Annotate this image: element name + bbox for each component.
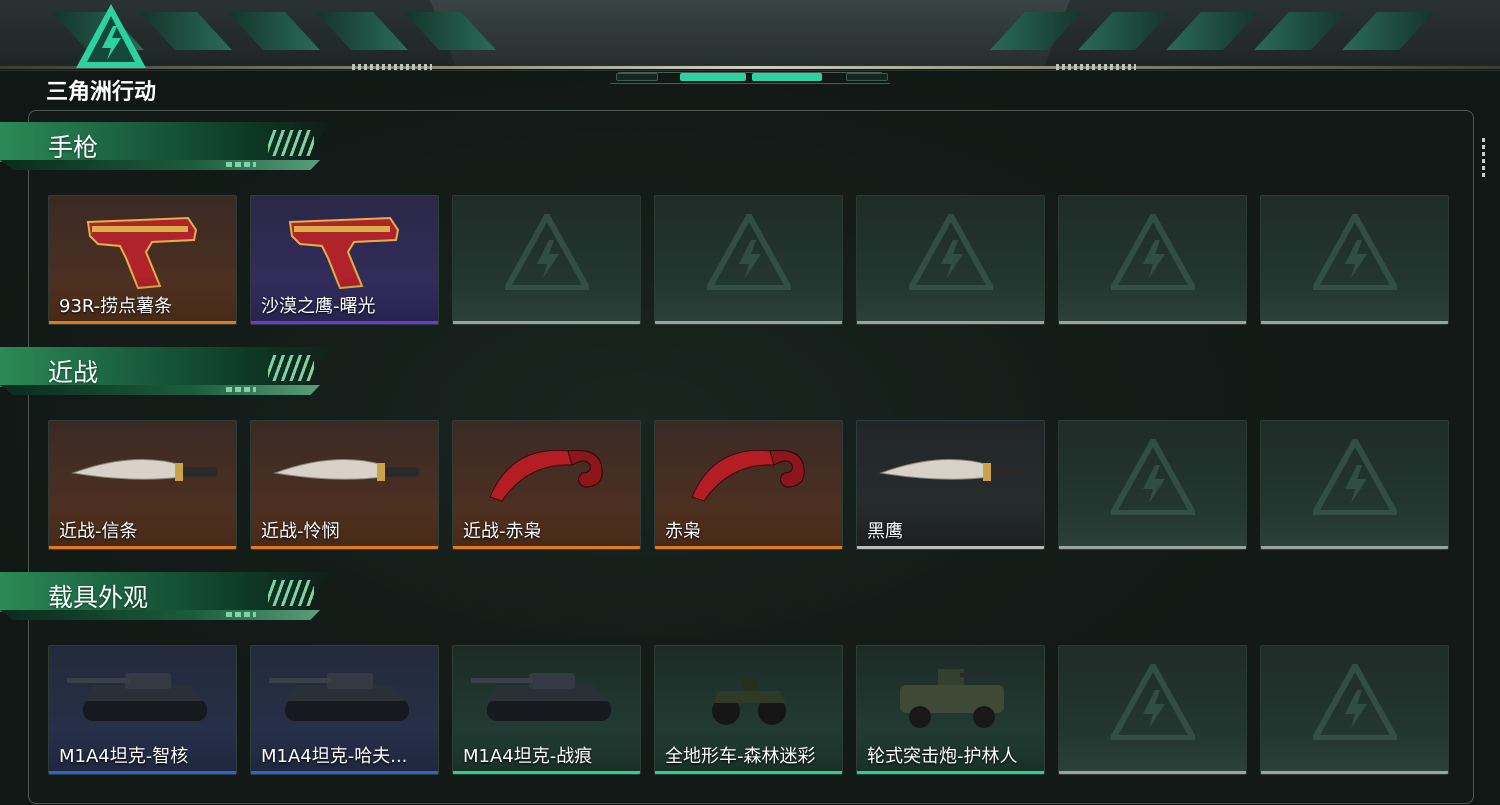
header-center-notch — [430, 0, 1070, 66]
section-ticks — [226, 162, 256, 167]
rarity-bar — [251, 771, 438, 774]
rarity-bar — [857, 321, 1044, 324]
delta-triangle-lightning-icon — [76, 4, 146, 68]
rarity-bar — [453, 321, 640, 324]
rarity-bar — [49, 771, 236, 774]
scrollbar-handle[interactable] — [1482, 138, 1485, 178]
rarity-bar — [655, 546, 842, 549]
delta-logo-placeholder-icon — [501, 209, 592, 294]
item-card[interactable]: 赤枭 — [654, 420, 843, 550]
item-card[interactable]: 近战-怜悯 — [250, 420, 439, 550]
empty-item-slot[interactable] — [1058, 195, 1247, 325]
item-name: 近战-赤枭 — [463, 521, 542, 542]
header-divider-shadow — [0, 70, 1500, 71]
item-card[interactable]: 轮式突击炮-护林人 — [856, 645, 1045, 775]
rarity-bar — [49, 321, 236, 324]
item-name: M1A4坦克-哈夫... — [261, 746, 408, 767]
delta-logo-placeholder-icon — [1107, 659, 1198, 744]
rarity-bar — [655, 771, 842, 774]
section-stripes — [268, 355, 314, 381]
item-row-melee: 近战-信条 近战-怜悯 近战-赤枭 赤枭 黑鹰 — [48, 420, 1450, 550]
empty-item-slot[interactable] — [856, 195, 1045, 325]
section-header-vehicle: 载具外观 — [0, 572, 330, 624]
header-divider — [0, 66, 1500, 69]
rarity-bar — [1059, 546, 1246, 549]
item-card[interactable]: 近战-赤枭 — [452, 420, 641, 550]
rarity-bar — [453, 546, 640, 549]
page-indicator-active[interactable] — [752, 73, 822, 81]
header-dash — [352, 64, 432, 70]
empty-item-slot[interactable] — [1260, 195, 1449, 325]
item-card[interactable]: 沙漠之鹰-曙光 — [250, 195, 439, 325]
header-dash — [1056, 64, 1136, 70]
empty-item-slot[interactable] — [1260, 420, 1449, 550]
item-card[interactable]: M1A4坦克-战痕 — [452, 645, 641, 775]
item-card[interactable]: M1A4坦克-智核 — [48, 645, 237, 775]
item-name: 赤枭 — [665, 521, 701, 542]
section-title: 手枪 — [48, 133, 99, 162]
section-header-melee: 近战 — [0, 347, 330, 399]
item-name: 黑鹰 — [867, 521, 903, 542]
rarity-bar — [857, 546, 1044, 549]
empty-item-slot[interactable] — [1260, 645, 1449, 775]
page-indicator[interactable] — [616, 73, 658, 81]
item-card[interactable]: 黑鹰 — [856, 420, 1045, 550]
section-title: 载具外观 — [48, 583, 149, 612]
rarity-bar — [251, 546, 438, 549]
section-ticks — [226, 387, 256, 392]
empty-item-slot[interactable] — [1058, 420, 1247, 550]
item-name: M1A4坦克-智核 — [59, 746, 189, 767]
item-name: 沙漠之鹰-曙光 — [261, 296, 376, 317]
delta-logo-placeholder-icon — [905, 209, 996, 294]
page-indicator-active[interactable] — [680, 73, 746, 81]
rarity-bar — [655, 321, 842, 324]
rarity-bar — [1261, 771, 1448, 774]
rarity-bar — [49, 546, 236, 549]
page-indicator[interactable] — [846, 73, 888, 81]
delta-logo-placeholder-icon — [1309, 209, 1400, 294]
item-name: M1A4坦克-战痕 — [463, 746, 593, 767]
game-logo: 三角洲行动 — [46, 2, 176, 105]
item-card[interactable]: M1A4坦克-哈夫... — [250, 645, 439, 775]
rarity-bar — [1059, 321, 1246, 324]
section-ticks — [226, 612, 256, 617]
rarity-bar — [1261, 321, 1448, 324]
rarity-bar — [1261, 546, 1448, 549]
game-title: 三角洲行动 — [46, 80, 157, 105]
delta-logo-placeholder-icon — [1107, 209, 1198, 294]
rarity-bar — [857, 771, 1044, 774]
rarity-bar — [453, 771, 640, 774]
empty-item-slot[interactable] — [1058, 645, 1247, 775]
rarity-bar — [1059, 771, 1246, 774]
item-card[interactable]: 93R-捞点薯条 — [48, 195, 237, 325]
section-stripes — [268, 130, 314, 156]
rarity-bar — [251, 321, 438, 324]
item-row-vehicle: M1A4坦克-智核 M1A4坦克-哈夫... M1A4坦克-战痕 全地形车-森林迷彩 轮… — [48, 645, 1450, 775]
item-card[interactable]: 近战-信条 — [48, 420, 237, 550]
delta-logo-placeholder-icon — [1107, 434, 1198, 519]
item-name: 全地形车-森林迷彩 — [665, 746, 816, 767]
section-header-pistol: 手枪 — [0, 122, 330, 174]
item-name: 93R-捞点薯条 — [59, 296, 173, 317]
section-stripes — [268, 580, 314, 606]
empty-item-slot[interactable] — [452, 195, 641, 325]
delta-logo-placeholder-icon — [1309, 659, 1400, 744]
delta-logo-placeholder-icon — [703, 209, 794, 294]
top-header: 三角洲行动 — [0, 0, 1500, 105]
empty-item-slot[interactable] — [654, 195, 843, 325]
delta-logo-placeholder-icon — [1309, 434, 1400, 519]
item-card[interactable]: 全地形车-森林迷彩 — [654, 645, 843, 775]
item-row-pistol: 93R-捞点薯条 沙漠之鹰-曙光 — [48, 195, 1450, 325]
item-name: 轮式突击炮-护林人 — [867, 746, 1018, 767]
item-name: 近战-信条 — [59, 521, 138, 542]
section-title: 近战 — [48, 358, 99, 387]
item-name: 近战-怜悯 — [261, 521, 340, 542]
